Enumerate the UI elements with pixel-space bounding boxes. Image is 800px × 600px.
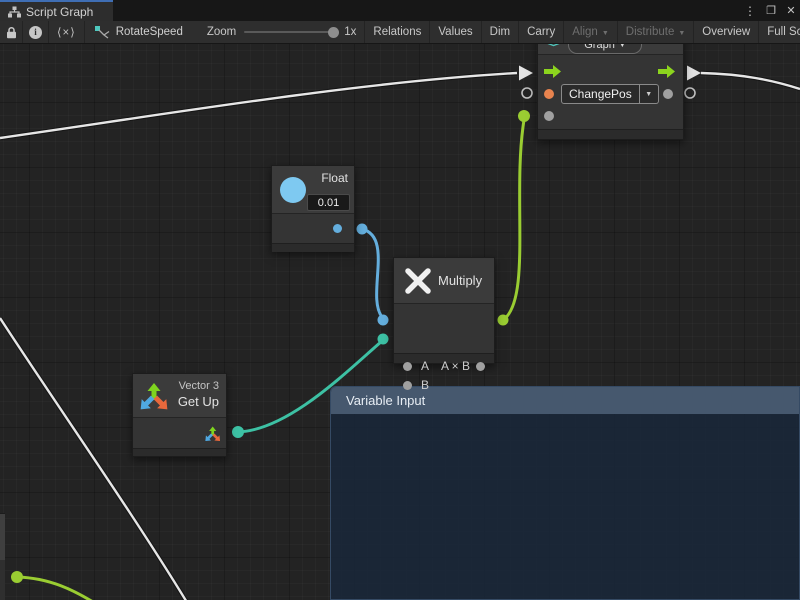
zoom-value: 1x <box>344 26 356 38</box>
code-icon: ⟨×⟩ <box>57 25 76 39</box>
wire-green[interactable] <box>503 120 524 320</box>
wire-green-start-dot <box>498 315 509 326</box>
carry-button[interactable]: Carry <box>519 21 564 43</box>
wire-green-bottom-dot <box>11 571 23 583</box>
unconnected-port-right[interactable] <box>685 88 695 98</box>
wire-teal[interactable] <box>238 341 382 432</box>
multiply-port-a[interactable] <box>403 362 412 371</box>
variable-dropdown-caret[interactable]: ▼ <box>640 84 659 104</box>
zoom-control: Zoom 1x <box>193 21 366 43</box>
wire-white-in-outline <box>0 73 517 138</box>
float-node-title: Float <box>321 171 348 185</box>
unit-node-footer <box>538 129 683 139</box>
float-value-input[interactable] <box>307 194 350 211</box>
multiply-port-b-label: B <box>421 378 429 392</box>
wire-green-end-dot <box>518 110 530 122</box>
align-button[interactable]: Align▼ <box>564 21 618 43</box>
vector3-output-port[interactable] <box>205 426 220 441</box>
lock-icon <box>6 26 16 39</box>
float-output-port[interactable] <box>333 224 342 233</box>
zoom-label: Zoom <box>207 26 236 38</box>
overview-button[interactable]: Overview <box>694 21 759 43</box>
graph-toolbar: i ⟨×⟩ RotateSpeed Zoom 1x Relations Valu… <box>0 21 800 44</box>
port-variable-name[interactable] <box>544 89 554 99</box>
chevron-down-icon: ▼ <box>678 30 685 37</box>
tab-title: Script Graph <box>26 5 93 19</box>
relations-button[interactable]: Relations <box>365 21 430 43</box>
window-close-button[interactable]: ✕ <box>782 0 800 21</box>
flow-arrow-in[interactable] <box>519 66 533 81</box>
wire-green-bottom[interactable] <box>17 577 98 600</box>
info-button[interactable]: i <box>23 21 49 43</box>
multiply-port-a-label: A <box>421 359 429 373</box>
unit-graph-icon <box>95 26 110 39</box>
graph-icon <box>8 6 21 18</box>
flow-arrow-out[interactable] <box>687 66 701 81</box>
wire-white-out-outline <box>701 73 800 89</box>
distribute-button[interactable]: Distribute▼ <box>618 21 695 43</box>
breadcrumb-label: RotateSpeed <box>116 26 183 38</box>
values-button[interactable]: Values <box>430 21 481 43</box>
multiply-node-title: Multiply <box>438 273 482 288</box>
offscreen-node-body[interactable] <box>0 560 5 600</box>
flow-input-arrow-icon[interactable] <box>544 65 561 78</box>
script-graph-window: Variable Input <box>0 0 800 600</box>
unconnected-port-left[interactable] <box>522 88 532 98</box>
multiply-output-label: A × B <box>441 359 470 373</box>
unit-node-graph[interactable]: <> Graph ▼ ChangePos ▼ <box>537 30 684 140</box>
float-node[interactable]: Float <box>271 165 355 252</box>
vector3-node-footer <box>133 448 226 456</box>
multiply-icon <box>404 267 432 295</box>
wire-blue-end-dot <box>378 315 389 326</box>
zoom-slider-handle[interactable] <box>328 27 339 38</box>
vector3-getup-node[interactable]: Vector 3 Get Up <box>132 373 227 457</box>
multiply-node[interactable]: Multiply A A × B B <box>393 257 495 364</box>
vector3-node-title: Get Up <box>178 394 219 409</box>
wire-teal-end-dot <box>378 334 389 345</box>
chevron-down-icon: ▼ <box>602 30 609 37</box>
wire-white-diagonal[interactable] <box>0 318 188 600</box>
zoom-slider[interactable] <box>244 31 336 33</box>
float-node-footer <box>272 243 354 252</box>
full-screen-button[interactable]: Full Screen <box>759 21 800 43</box>
window-menu-button[interactable]: ⋮ <box>742 0 758 21</box>
window-maximize-button[interactable]: ❐ <box>762 0 780 21</box>
lock-button[interactable] <box>0 21 23 43</box>
offscreen-node-header[interactable] <box>0 513 5 560</box>
tab-strip: Script Graph ⋮ ❐ ✕ <box>0 0 800 21</box>
wire-blue[interactable] <box>362 229 382 317</box>
vector3-icon <box>140 382 168 410</box>
multiply-output-port[interactable] <box>476 362 485 371</box>
tab-script-graph[interactable]: Script Graph <box>0 0 113 21</box>
port-input-value[interactable] <box>544 111 554 121</box>
wire-blue-start-dot <box>357 224 368 235</box>
variable-dropdown-value[interactable]: ChangePos <box>561 84 640 104</box>
wire-teal-start-dot <box>232 426 244 438</box>
flow-output-arrow-icon[interactable] <box>658 65 675 78</box>
graph-breadcrumb[interactable]: RotateSpeed <box>85 21 193 43</box>
code-preview-button[interactable]: ⟨×⟩ <box>49 21 85 43</box>
multiply-port-b[interactable] <box>403 381 412 390</box>
info-icon: i <box>29 26 42 39</box>
port-output-value[interactable] <box>663 89 673 99</box>
vector3-type-label: Vector 3 <box>179 380 219 392</box>
dim-button[interactable]: Dim <box>482 21 519 43</box>
float-type-icon <box>280 177 306 203</box>
variable-dropdown[interactable]: ChangePos ▼ <box>561 84 659 104</box>
